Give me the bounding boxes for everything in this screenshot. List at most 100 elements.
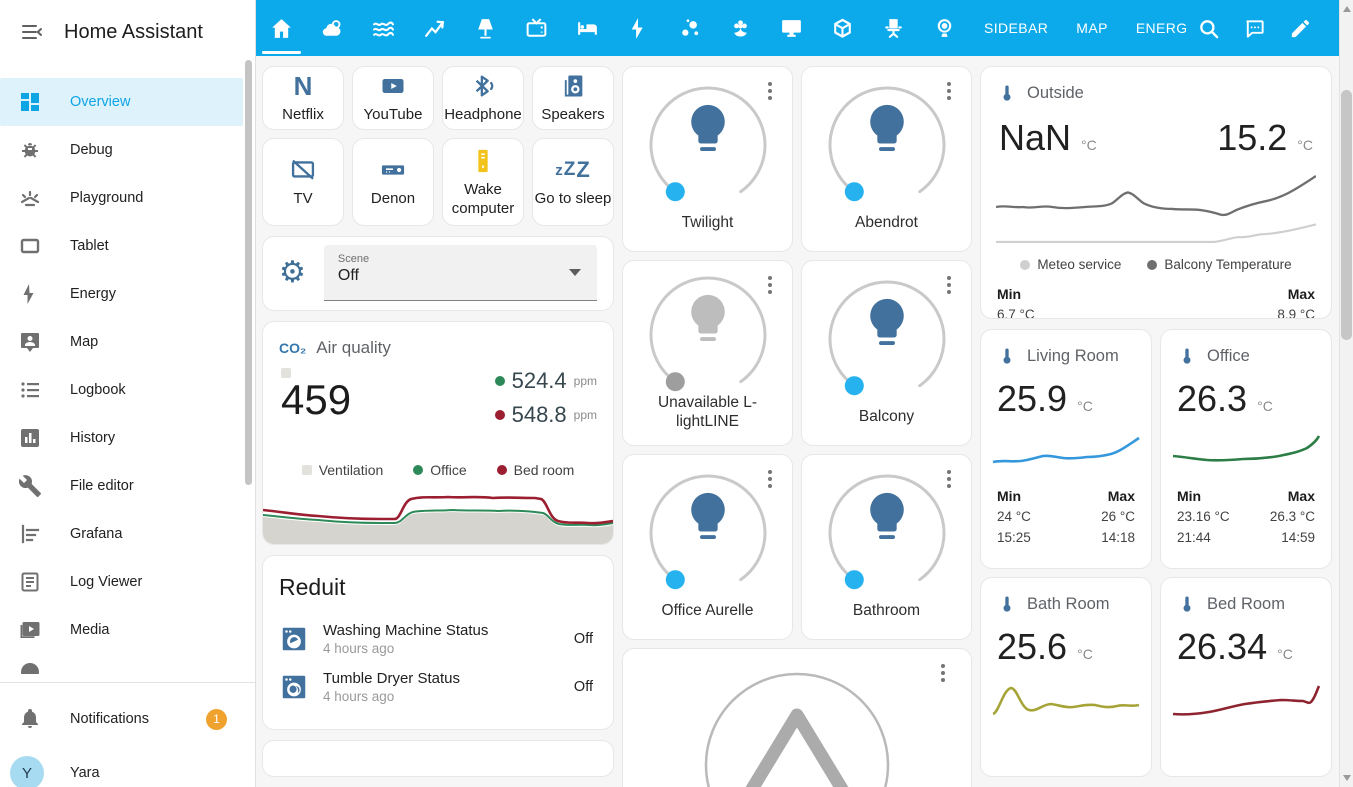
light-card-office-aurelle[interactable]: Office Aurelle [622, 454, 793, 640]
arc-handle[interactable] [844, 182, 863, 201]
sidebar-item-partial[interactable] [0, 654, 255, 674]
outside-value-left: NaN °C [999, 117, 1097, 159]
reduit-title: Reduit [279, 574, 597, 601]
entity-last-changed: 4 hours ago [323, 689, 460, 704]
sensor-card-bed-room[interactable]: Bed Room 26.34 °C [1160, 577, 1332, 777]
search-button[interactable] [1186, 0, 1232, 56]
sidebar-item-log-viewer[interactable]: Log Viewer [0, 558, 255, 606]
button-tv[interactable]: TV [262, 138, 344, 226]
sidebar-item-label: Log Viewer [70, 574, 142, 590]
arc-handle[interactable] [844, 570, 863, 589]
tab-lights[interactable] [460, 0, 511, 56]
button-label: Go to sleep [535, 189, 612, 209]
button-youtube[interactable]: YouTube [352, 66, 434, 130]
air-quality-card[interactable]: CO₂ Air quality 459 524.4 ppm 548.8 [262, 321, 614, 545]
room-grid: Living Room 25.9 °C Min24 °C15:25 Max26 … [980, 329, 1332, 777]
tab-office[interactable] [868, 0, 919, 56]
light-card-twilight[interactable]: Twilight [622, 66, 793, 252]
light-card-balcony[interactable]: Balcony [801, 260, 972, 446]
tab-tv[interactable] [511, 0, 562, 56]
outside-card[interactable]: Outside NaN °C 15.2 °C Meteo service Bal… [980, 66, 1332, 319]
button-speakers[interactable]: Speakers [532, 66, 614, 130]
tab-charts[interactable] [409, 0, 460, 56]
arc-handle[interactable] [844, 376, 863, 395]
gear-icon[interactable]: ⚙ [279, 258, 306, 288]
sidebar-item-playground[interactable]: Playground [0, 174, 255, 222]
office-dot [495, 376, 505, 386]
sidebar-scrollbar[interactable] [245, 60, 252, 485]
scroll-down-icon[interactable] [1343, 775, 1351, 781]
sensor-card-bath-room[interactable]: Bath Room 25.6 °C [980, 577, 1152, 777]
sensor-card-office[interactable]: Office 26.3 °C Min23.16 °C21:44 Max26.3 … [1160, 329, 1332, 569]
scrollbar-thumb[interactable] [1341, 90, 1352, 340]
sidebar-item-overview[interactable]: Overview [0, 78, 243, 126]
sidebar-item-logbook[interactable]: Logbook [0, 366, 255, 414]
sidebar-item-file-editor[interactable]: File editor [0, 462, 255, 510]
sidebar-item-energy[interactable]: Energy [0, 270, 255, 318]
sidebar-item-label: Logbook [70, 382, 126, 398]
scene-card: ⚙ Scene Off [262, 236, 614, 311]
light-card-bathroom[interactable]: Bathroom [801, 454, 972, 640]
scene-select-label: Scene [338, 253, 583, 265]
button-denon[interactable]: Denon [352, 138, 434, 226]
tab-energy-text[interactable]: ENERGY [1122, 0, 1186, 56]
assist-button[interactable] [1232, 0, 1278, 56]
cube-icon [830, 16, 855, 41]
particles-icon [677, 16, 702, 41]
sidebar-item-map[interactable]: Map [0, 318, 255, 366]
sidebar-item-tablet[interactable]: Tablet [0, 222, 255, 270]
desk-chair-icon [881, 16, 906, 41]
tab-energy[interactable] [613, 0, 664, 56]
more-menu-icon[interactable] [929, 659, 957, 687]
fan-control[interactable] [623, 649, 971, 787]
tab-bedroom[interactable] [562, 0, 613, 56]
lightning-bolt-icon [626, 16, 651, 41]
sidebar-item-history[interactable]: History [0, 414, 255, 462]
button-go-to-sleep[interactable]: zZZ Go to sleep [532, 138, 614, 226]
entity-name: Washing Machine Status [323, 622, 488, 639]
bed-icon [575, 16, 600, 41]
sidebar-item-debug[interactable]: Debug [0, 126, 255, 174]
speakers-icon [559, 71, 587, 101]
tab-sidebar[interactable]: SIDEBAR [970, 0, 1062, 56]
lamp-icon [473, 16, 498, 41]
arc-handle[interactable] [665, 570, 684, 589]
arc-handle[interactable] [665, 372, 684, 391]
tab-camera[interactable] [919, 0, 970, 56]
sidebar-item-label: Overview [70, 94, 130, 110]
button-label: YouTube [364, 105, 423, 125]
tab-air[interactable] [358, 0, 409, 56]
sidebar-user[interactable]: Y Yara [0, 749, 255, 787]
notifications-label: Notifications [70, 711, 149, 727]
sidebar-item-media[interactable]: Media [0, 606, 255, 654]
sidebar-notifications[interactable]: Notifications 1 [0, 695, 255, 743]
entity-row-washing-machine[interactable]: Washing Machine Status 4 hours ago Off [279, 615, 597, 663]
sensor-name: Bath Room [1027, 595, 1110, 614]
light-card-unavailable[interactable]: Unavailable L-lightLINE [622, 260, 793, 446]
page-scrollbar[interactable] [1339, 0, 1353, 787]
tab-particles[interactable] [664, 0, 715, 56]
tab-home[interactable] [256, 0, 307, 56]
scroll-up-icon[interactable] [1343, 6, 1351, 12]
button-netflix[interactable]: N Netflix [262, 66, 344, 130]
light-card-abendrot[interactable]: Abendrot [801, 66, 972, 252]
arc-handle[interactable] [665, 182, 684, 201]
tab-map[interactable]: MAP [1062, 0, 1122, 56]
sidebar-item-grafana[interactable]: Grafana [0, 510, 255, 558]
scene-select[interactable]: Scene Off [324, 245, 597, 301]
outside-legend: Meteo service Balcony Temperature [981, 257, 1331, 272]
button-wake-computer[interactable]: Wake computer [442, 138, 524, 226]
edit-dashboard-button[interactable] [1278, 0, 1324, 56]
entity-row-tumble-dryer[interactable]: Tumble Dryer Status 4 hours ago Off [279, 663, 597, 711]
tab-3d[interactable] [817, 0, 868, 56]
tab-computer[interactable] [766, 0, 817, 56]
sensor-card-living-room[interactable]: Living Room 25.9 °C Min24 °C15:25 Max26 … [980, 329, 1152, 569]
fan-card[interactable] [622, 648, 972, 787]
tab-plants[interactable] [715, 0, 766, 56]
menu-open-icon[interactable] [12, 12, 52, 52]
bug-icon [18, 138, 42, 162]
button-headphone[interactable]: Headphone [442, 66, 524, 130]
thermometer-icon [1177, 594, 1197, 614]
entity-state: Off [574, 679, 597, 695]
tab-weather[interactable] [307, 0, 358, 56]
